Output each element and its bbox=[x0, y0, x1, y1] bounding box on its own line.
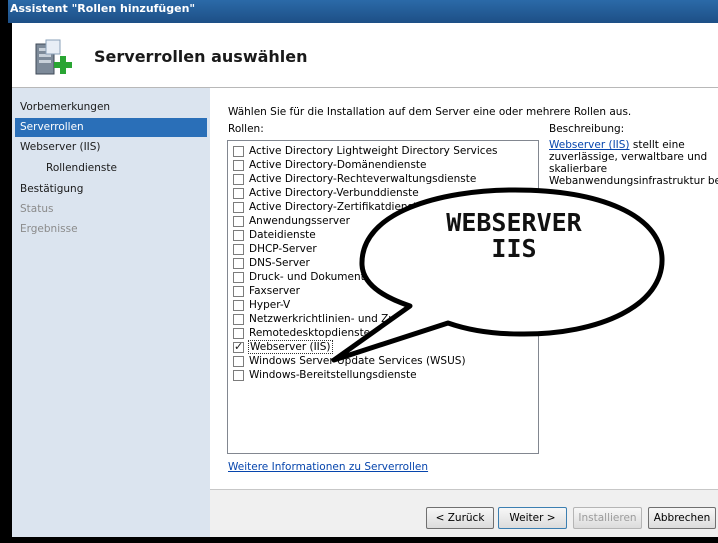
callout-line-2: IIS bbox=[491, 234, 537, 263]
callout-text: WEBSERVER IIS bbox=[384, 210, 644, 262]
callout-line-1: WEBSERVER bbox=[446, 208, 582, 237]
speech-bubble-icon bbox=[331, 187, 665, 363]
